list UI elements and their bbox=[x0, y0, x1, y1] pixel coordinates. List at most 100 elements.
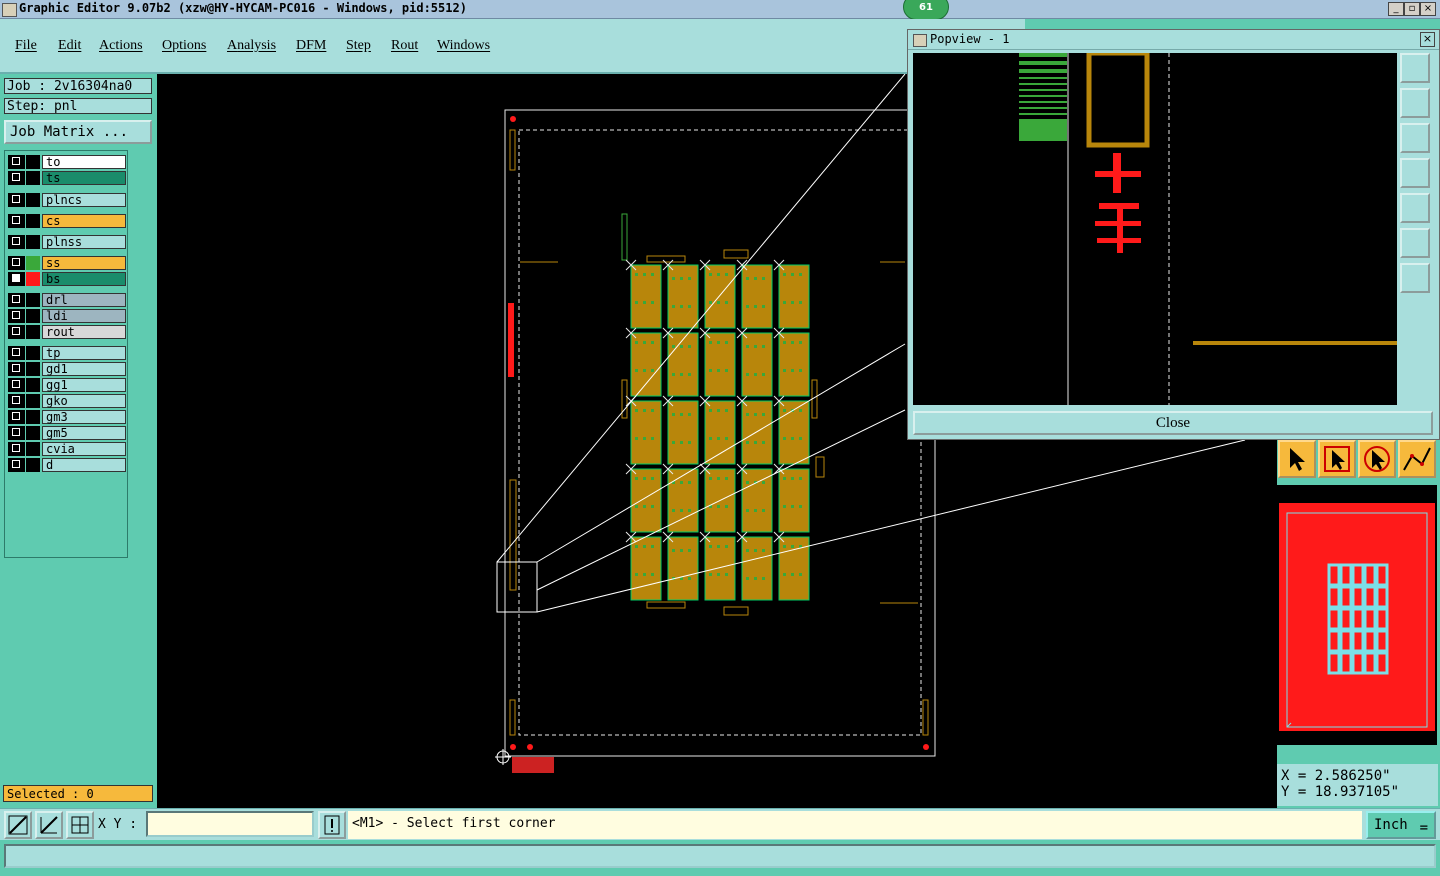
select-lasso-icon[interactable] bbox=[1358, 440, 1396, 478]
layer-row-d[interactable]: d bbox=[8, 458, 126, 472]
job-matrix-button[interactable]: Job Matrix ... bbox=[4, 120, 152, 144]
popview-close-button[interactable]: Close bbox=[913, 411, 1433, 435]
layer-checkbox[interactable] bbox=[8, 362, 25, 376]
layer-row-gko[interactable]: gko bbox=[8, 394, 126, 408]
layer-name[interactable]: gd1 bbox=[42, 362, 126, 376]
layer-row-cs[interactable]: cs bbox=[8, 214, 126, 228]
pan-down-icon[interactable] bbox=[1400, 123, 1430, 153]
menu-options[interactable]: Options bbox=[162, 38, 206, 54]
pan-right-icon[interactable] bbox=[1400, 193, 1430, 223]
layer-name[interactable]: cs bbox=[42, 214, 126, 228]
layer-row-gg1[interactable]: gg1 bbox=[8, 378, 126, 392]
layer-name[interactable]: tp bbox=[42, 346, 126, 360]
layer-checkbox[interactable] bbox=[8, 346, 25, 360]
layer-name[interactable]: gm3 bbox=[42, 410, 126, 424]
layer-row-to[interactable]: to bbox=[8, 155, 126, 169]
layer-checkbox[interactable] bbox=[8, 442, 25, 456]
menu-step[interactable]: Step bbox=[346, 38, 371, 54]
layer-checkbox[interactable] bbox=[8, 426, 25, 440]
snap-angle-icon[interactable] bbox=[35, 811, 63, 839]
select-arrow-icon[interactable] bbox=[1278, 440, 1316, 478]
layer-checkbox[interactable] bbox=[8, 155, 25, 169]
board-pad bbox=[680, 373, 683, 376]
layer-checkbox[interactable] bbox=[8, 272, 25, 286]
layer-row-gm3[interactable]: gm3 bbox=[8, 410, 126, 424]
layer-row-gm5[interactable]: gm5 bbox=[8, 426, 126, 440]
menu-dfm[interactable]: DFM bbox=[296, 38, 326, 54]
layer-name[interactable]: ts bbox=[42, 171, 126, 185]
layer-checkbox[interactable] bbox=[8, 293, 25, 307]
layer-checkbox[interactable] bbox=[8, 394, 25, 408]
layer-row-drl[interactable]: drl bbox=[8, 293, 126, 307]
select-path-icon[interactable] bbox=[1398, 440, 1436, 478]
layer-name[interactable]: d bbox=[42, 458, 126, 472]
layer-row-ss[interactable]: ss bbox=[8, 256, 126, 270]
layer-name[interactable]: gko bbox=[42, 394, 126, 408]
layer-row-ts[interactable]: ts bbox=[8, 171, 126, 185]
grid-icon[interactable] bbox=[66, 811, 94, 839]
popview-window: Popview - 1 × Close bbox=[907, 29, 1440, 440]
board-pad bbox=[651, 573, 654, 576]
maximize-button[interactable]: ▫ bbox=[1404, 2, 1420, 16]
layer-row-gd1[interactable]: gd1 bbox=[8, 362, 126, 376]
layer-row-ldi[interactable]: ldi bbox=[8, 309, 126, 323]
layer-checkbox[interactable] bbox=[8, 193, 25, 207]
select-box-icon[interactable] bbox=[1318, 440, 1356, 478]
menu-file[interactable]: File bbox=[15, 38, 37, 54]
layer-checkbox[interactable] bbox=[8, 410, 25, 424]
close-window-button[interactable]: × bbox=[1420, 2, 1436, 16]
layer-name[interactable]: drl bbox=[42, 293, 126, 307]
unit-selector[interactable]: Inch = bbox=[1366, 811, 1436, 839]
pan-up-icon[interactable] bbox=[1400, 88, 1430, 118]
layer-checkbox[interactable] bbox=[8, 309, 25, 323]
board-pad bbox=[762, 413, 765, 416]
layer-name[interactable]: to bbox=[42, 155, 126, 169]
overview-minimap[interactable] bbox=[1277, 485, 1437, 745]
menu-windows[interactable]: Windows bbox=[437, 38, 490, 54]
layer-name[interactable]: plncs bbox=[42, 193, 126, 207]
menu-rout[interactable]: Rout bbox=[391, 38, 418, 54]
layer-row-plncs[interactable]: plncs bbox=[8, 193, 126, 207]
popview-drawing bbox=[1019, 53, 1397, 405]
layer-row-cvia[interactable]: cvia bbox=[8, 442, 126, 456]
layer-name[interactable]: gm5 bbox=[42, 426, 126, 440]
popview-canvas[interactable] bbox=[913, 53, 1397, 405]
layer-row-tp[interactable]: tp bbox=[8, 346, 126, 360]
layer-name[interactable]: gg1 bbox=[42, 378, 126, 392]
board-pad bbox=[791, 477, 794, 480]
layer-row-plnss[interactable]: plnss bbox=[8, 235, 126, 249]
layer-name[interactable]: cvia bbox=[42, 442, 126, 456]
layer-checkbox[interactable] bbox=[8, 235, 25, 249]
layer-checkbox[interactable] bbox=[8, 458, 25, 472]
pcb-board-2-3 bbox=[741, 400, 773, 465]
menu-actions[interactable]: Actions bbox=[99, 38, 143, 54]
layer-name[interactable]: plnss bbox=[42, 235, 126, 249]
menu-edit[interactable]: Edit bbox=[58, 38, 81, 54]
layer-checkbox[interactable] bbox=[8, 256, 25, 270]
layer-name[interactable]: ldi bbox=[42, 309, 126, 323]
layer-name[interactable]: bs bbox=[42, 272, 126, 286]
menu-analysis[interactable]: Analysis bbox=[227, 38, 276, 54]
center-icon[interactable] bbox=[1400, 263, 1430, 293]
layer-row-rout[interactable]: rout bbox=[8, 325, 126, 339]
layer-row-bs[interactable]: bs bbox=[8, 272, 126, 286]
layer-name[interactable]: ss bbox=[42, 256, 126, 270]
layer-checkbox[interactable] bbox=[8, 325, 25, 339]
zoom-window-icon[interactable] bbox=[1400, 53, 1430, 83]
alert-icon[interactable] bbox=[318, 811, 346, 839]
layer-checkbox[interactable] bbox=[8, 214, 25, 228]
board-pad bbox=[680, 413, 683, 416]
popview-close-icon[interactable]: × bbox=[1420, 32, 1435, 47]
layer-color-swatch bbox=[26, 272, 40, 286]
pan-left-icon[interactable] bbox=[1400, 158, 1430, 188]
snap-diagonal-icon[interactable] bbox=[4, 811, 32, 839]
xy-input[interactable] bbox=[146, 811, 314, 837]
fit-icon[interactable] bbox=[1400, 228, 1430, 258]
board-pad bbox=[799, 437, 802, 440]
layer-name[interactable]: rout bbox=[42, 325, 126, 339]
layer-checkbox[interactable] bbox=[8, 378, 25, 392]
layer-checkbox[interactable] bbox=[8, 171, 25, 185]
pcb-board-3-1 bbox=[667, 468, 699, 533]
minimize-button[interactable]: _ bbox=[1388, 2, 1404, 16]
board-pad bbox=[799, 273, 802, 276]
